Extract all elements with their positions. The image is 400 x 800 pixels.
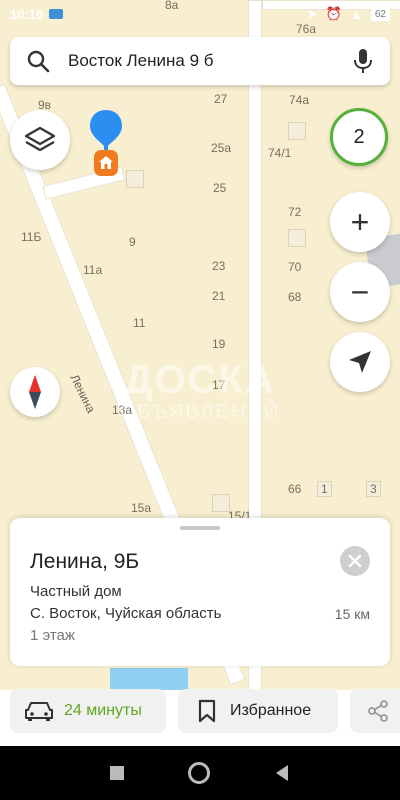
location-pin[interactable] bbox=[88, 108, 124, 178]
share-button[interactable] bbox=[350, 689, 400, 733]
cluster-count-button[interactable]: 2 bbox=[330, 108, 388, 166]
battery-icon: 62 bbox=[370, 7, 390, 21]
watermark-line1: ДОСКА bbox=[124, 358, 276, 402]
place-floors: 1 этаж bbox=[30, 627, 75, 644]
house-number: 23 bbox=[212, 259, 226, 273]
alarm-icon: ⏰ bbox=[325, 6, 342, 21]
microphone-icon[interactable] bbox=[352, 48, 374, 74]
map-building bbox=[288, 122, 306, 140]
car-icon bbox=[25, 702, 53, 721]
layers-button[interactable] bbox=[10, 110, 70, 170]
place-distance: 15 км bbox=[334, 606, 370, 622]
search-bar[interactable]: Восток Ленина 9 б bbox=[10, 37, 390, 85]
place-card[interactable]: Ленина, 9Б Частный дом С. Восток, Чуйска… bbox=[10, 518, 390, 666]
route-time: 24 минуты bbox=[64, 702, 142, 719]
map-pin-icon bbox=[90, 110, 122, 176]
watermark-line2: ОБЪЯВЛЕНИЙ bbox=[119, 401, 281, 423]
action-bar: 24 минуты Избранное bbox=[0, 689, 400, 746]
map-building bbox=[288, 229, 306, 247]
house-number: 70 bbox=[288, 260, 302, 274]
back-button[interactable] bbox=[274, 764, 290, 782]
place-title: Ленина, 9Б bbox=[30, 550, 140, 573]
plus-icon: + bbox=[350, 204, 370, 240]
house-number: 9 bbox=[129, 235, 136, 249]
house-number: 11 bbox=[133, 316, 146, 330]
navigation-arrow-icon bbox=[349, 351, 371, 373]
house-number: 27 bbox=[214, 92, 228, 106]
layers-icon bbox=[24, 126, 56, 152]
location-status-icon: ➤ bbox=[306, 6, 318, 21]
favorite-button[interactable]: Избранное bbox=[178, 689, 338, 733]
house-number: 3 bbox=[366, 481, 381, 497]
place-address: С. Восток, Чуйская область bbox=[30, 605, 222, 622]
recents-button[interactable] bbox=[110, 766, 124, 780]
house-number: 11а bbox=[83, 263, 103, 277]
favorite-label: Избранное bbox=[230, 702, 312, 719]
minus-icon: − bbox=[350, 274, 370, 310]
house-number: 1 bbox=[317, 481, 332, 497]
status-bar: 10:10 ➤ ⏰ ▲ 62 bbox=[0, 0, 400, 28]
watermark: ДОСКА ОБЪЯВЛЕНИЙ bbox=[105, 358, 295, 424]
place-type: Частный дом bbox=[30, 583, 122, 600]
search-icon[interactable] bbox=[26, 49, 50, 73]
search-input[interactable]: Восток Ленина 9 б bbox=[50, 51, 352, 71]
house-number: 15а bbox=[131, 501, 152, 515]
route-button[interactable]: 24 минуты bbox=[10, 689, 166, 733]
house-number: 66 bbox=[288, 482, 302, 496]
house-number: 74а bbox=[289, 93, 310, 107]
map-water bbox=[110, 668, 188, 690]
signal-icon: ▲ bbox=[350, 6, 363, 22]
house-number: 25а bbox=[211, 141, 232, 155]
notification-icon bbox=[49, 9, 64, 19]
close-button[interactable] bbox=[340, 546, 370, 576]
zoom-in-button[interactable]: + bbox=[330, 192, 390, 252]
close-icon bbox=[348, 554, 362, 568]
my-location-button[interactable] bbox=[330, 332, 390, 392]
system-nav-bar bbox=[0, 746, 400, 800]
zoom-out-button[interactable]: − bbox=[330, 262, 390, 322]
house-number: 19 bbox=[212, 337, 226, 351]
compass-button[interactable] bbox=[10, 367, 60, 417]
status-time: 10:10 bbox=[10, 6, 44, 22]
house-number: 21 bbox=[212, 289, 226, 303]
street-label: Ленина bbox=[67, 372, 99, 416]
bookmark-icon bbox=[198, 699, 216, 723]
map-building bbox=[126, 170, 144, 188]
compass-icon bbox=[29, 375, 41, 409]
share-icon bbox=[368, 700, 388, 722]
house-number: 68 bbox=[288, 290, 302, 304]
house-number: 72 bbox=[288, 205, 302, 219]
home-button[interactable] bbox=[188, 762, 210, 784]
drag-handle[interactable] bbox=[180, 526, 220, 530]
house-number: 11Б bbox=[21, 230, 42, 244]
house-number: 74/1 bbox=[268, 146, 292, 160]
cluster-count: 2 bbox=[353, 125, 365, 148]
house-number: 25 bbox=[213, 181, 227, 195]
